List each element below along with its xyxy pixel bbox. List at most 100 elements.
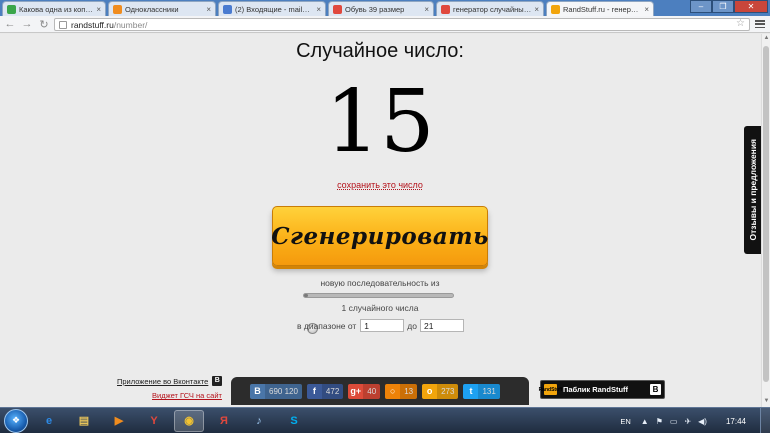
vk-app-link[interactable]: Приложение во Вконтакте В (117, 376, 223, 386)
vk-logo-icon: В (650, 384, 661, 395)
page-scrollbar[interactable]: ▲ ▼ (761, 34, 770, 407)
address-host: randstuff.ru (71, 19, 114, 30)
odnoklassniki-icon: о (422, 383, 438, 399)
share-count: 690 120 (265, 383, 302, 399)
tab-favicon-icon (551, 4, 560, 14)
share-google-plus-button[interactable]: g+ 40 (348, 383, 381, 399)
widget-link[interactable]: Виджет ГСЧ на сайт (152, 391, 222, 400)
tab-close-icon[interactable]: × (424, 5, 429, 14)
feedback-side-tab[interactable]: Отзывы и предложения (744, 126, 762, 254)
tab-favicon-icon (113, 4, 122, 14)
tab-favicon-icon (441, 4, 450, 14)
taskbar-yandex-icon[interactable]: Я (209, 410, 239, 432)
clock[interactable]: 17:44 (726, 417, 746, 426)
scroll-up-icon[interactable]: ▲ (763, 35, 770, 43)
scroll-thumb[interactable] (763, 46, 769, 382)
share-count: 472 (321, 383, 344, 399)
scroll-down-icon[interactable]: ▼ (763, 398, 770, 406)
vk-public-label: Паблик RandStuff (563, 385, 629, 394)
taskbar-chrome-icon[interactable]: ◉ (174, 409, 204, 432)
tab-title: (2) Входящие - mail_mod@ (235, 4, 313, 14)
address-bar[interactable]: randstuff.ru /number/ ☆ (54, 18, 750, 31)
tab-title: Обувь 39 размер (345, 4, 405, 14)
bookmark-star-icon[interactable]: ☆ (736, 18, 745, 29)
generate-button[interactable]: Сгенерировать (271, 206, 488, 266)
tab-favicon-icon (333, 4, 342, 14)
taskbar-media-player-icon[interactable]: ▶ (104, 410, 134, 432)
taskbar-sound-icon[interactable]: ♪ (244, 410, 274, 432)
count-slider-track[interactable] (303, 293, 454, 298)
taskbar-internet-explorer-icon[interactable]: e (34, 410, 64, 432)
action-center-flag-icon[interactable]: ⚑ (656, 417, 663, 426)
share-count: 13 (400, 383, 418, 399)
odnoklassniki-icon: ○ (385, 383, 401, 399)
close-window-button[interactable]: ✕ (734, 0, 768, 13)
tab-close-icon[interactable]: × (206, 5, 211, 14)
chrome-menu-icon[interactable] (754, 18, 766, 30)
share-count: 131 (478, 383, 500, 399)
keyboard-language-indicator[interactable]: EN (620, 417, 630, 426)
browser-tab-3[interactable]: Обувь 39 размер × (328, 1, 434, 16)
save-number-link: сохранить это число (0, 180, 760, 190)
social-share-bar: В 690 120 f 472 g+ 40 ○ 13 о 273 t 131 (231, 377, 529, 405)
tab-title: Одноклассники (125, 4, 179, 14)
share-facebook-button[interactable]: f 472 (306, 383, 344, 399)
network-icon[interactable]: ✈ (684, 417, 691, 426)
count-label: 1 случайного числа (341, 303, 419, 313)
display-icon[interactable]: ▭ (670, 417, 678, 426)
random-number-display: 15 (325, 72, 435, 172)
randstuff-logo-icon: RandStuff (539, 384, 562, 395)
tab-close-icon[interactable]: × (316, 5, 321, 14)
tab-close-icon[interactable]: × (534, 5, 539, 14)
back-arrow-icon[interactable]: ← (3, 17, 17, 31)
share-ok-dark-button[interactable]: ○ 13 (385, 383, 418, 399)
range-to-input[interactable] (419, 319, 464, 332)
vk-public-button[interactable]: RandStuff Паблик RandStuff В (539, 380, 665, 399)
browser-tab-4[interactable]: генератор случайных чи × (436, 1, 544, 16)
share-vk-button[interactable]: В 690 120 (250, 383, 302, 399)
range-to-label: до (407, 320, 417, 331)
feedback-tab-label: Отзывы и предложения (748, 139, 758, 241)
browser-tab-2[interactable]: (2) Входящие - mail_mod@ × (218, 1, 326, 16)
address-path: /number/ (113, 19, 148, 30)
tab-close-icon[interactable]: × (644, 5, 649, 14)
count-slider-fill (304, 294, 309, 297)
minimize-button[interactable]: – (690, 0, 712, 13)
reload-icon[interactable]: ↻ (37, 17, 51, 31)
tab-favicon-icon (223, 4, 232, 14)
taskbar-explorer-icon[interactable]: ▤ (69, 410, 99, 432)
vk-logo-icon: В (212, 376, 223, 386)
show-desktop-button[interactable] (760, 408, 770, 433)
page-title: Случайное число: (296, 40, 464, 62)
forward-arrow-icon[interactable]: → (20, 17, 34, 31)
save-number-link-text[interactable]: сохранить это число (337, 180, 423, 190)
share-count: 40 (363, 383, 381, 399)
share-ok-button[interactable]: о 273 (422, 383, 459, 399)
tab-title: Какова одна из копий с (19, 4, 94, 14)
tab-title: RandStuff.ru - генератор (563, 4, 642, 14)
taskbar-yandex-browser-icon[interactable]: Y (139, 410, 169, 432)
start-button-icon[interactable]: ❖ (4, 408, 28, 433)
share-twitter-button[interactable]: t 131 (463, 383, 500, 399)
browser-tab-strip: Какова одна из копий с × Одноклассники ×… (0, 0, 770, 16)
browser-tab-5-active[interactable]: RandStuff.ru - генератор × (546, 1, 654, 16)
facebook-icon: f (306, 383, 322, 399)
range-row: в диапазоне от до (297, 319, 464, 332)
restore-button[interactable]: ❐ (712, 0, 734, 13)
vk-icon: В (250, 383, 265, 399)
windows-taskbar: ❖ e ▤ ▶ Y ◉ Я ♪ S EN ▲ ⚑ ▭ ✈ ◀) 17:44 (0, 407, 770, 433)
tab-favicon-icon (7, 4, 16, 14)
tray-overflow-icon[interactable]: ▲ (641, 417, 649, 426)
browser-tab-0[interactable]: Какова одна из копий с × (2, 1, 106, 16)
taskbar-skype-icon[interactable]: S (279, 410, 309, 432)
page-content: Случайное число: 15 сохранить это число … (0, 34, 770, 407)
browser-toolbar: ← → ↻ randstuff.ru /number/ ☆ (0, 16, 770, 33)
browser-tab-1[interactable]: Одноклассники × (108, 1, 216, 16)
tab-title: генератор случайных чи (453, 4, 532, 14)
google-plus-icon: g+ (348, 383, 364, 399)
range-from-input[interactable] (360, 319, 405, 332)
window-controls: – ❐ ✕ (690, 0, 768, 13)
volume-icon[interactable]: ◀) (698, 417, 707, 426)
tab-close-icon[interactable]: × (96, 5, 101, 14)
page-icon (59, 20, 67, 29)
